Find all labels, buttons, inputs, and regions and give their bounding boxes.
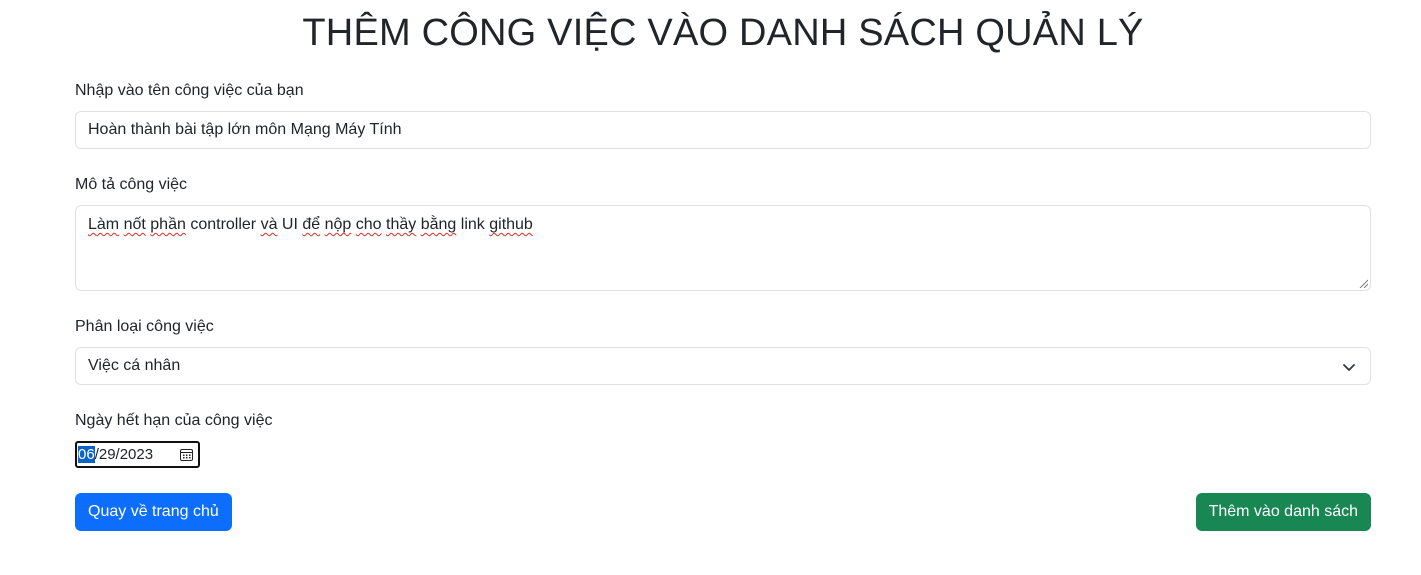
task-description-label: Mô tả công việc bbox=[75, 176, 188, 193]
chevron-down-icon bbox=[1343, 364, 1355, 371]
calendar-icon[interactable] bbox=[180, 448, 193, 461]
due-date-label: Ngày hết hạn của công việc bbox=[75, 412, 273, 429]
add-to-list-button[interactable]: Thêm vào danh sách bbox=[1195, 493, 1371, 531]
task-description-textarea[interactable]: Làm nốt phần controller và UI để nộp cho… bbox=[75, 205, 1371, 291]
due-date-input[interactable]: 06/29/2023 bbox=[75, 441, 200, 468]
description-text: Làm nốt phần controller và UI để nộp cho… bbox=[88, 216, 533, 233]
resize-grip-icon[interactable] bbox=[1359, 279, 1368, 288]
selected-category: Việc cá nhân bbox=[88, 357, 181, 374]
task-name-label: Nhập vào tên công việc của bạn bbox=[75, 82, 304, 99]
date-month-segment[interactable]: 06 bbox=[78, 446, 95, 463]
page-title: THÊM CÔNG VIỆC VÀO DANH SÁCH QUẢN LÝ bbox=[302, 12, 1144, 54]
task-category-select[interactable]: Việc cá nhân bbox=[75, 347, 1371, 385]
back-home-button[interactable]: Quay về trang chủ bbox=[75, 493, 232, 531]
date-rest-segment[interactable]: /29/2023 bbox=[95, 446, 153, 463]
task-name-input[interactable]: Hoàn thành bài tập lớn môn Mạng Máy Tính bbox=[75, 111, 1371, 149]
task-category-label: Phân loại công việc bbox=[75, 318, 214, 335]
